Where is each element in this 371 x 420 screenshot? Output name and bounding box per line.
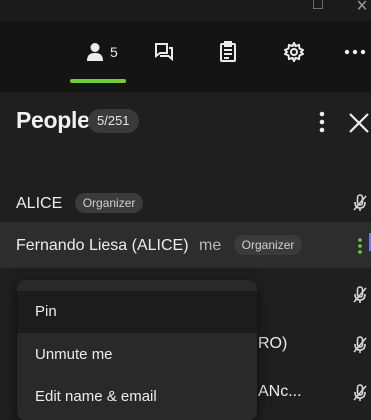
participant-name: Fernando Liesa (ALICE) [16,237,189,254]
mic-muted-icon[interactable] [353,194,367,212]
participant-name-line: Fernando Liesa (ALICE) me Organizer [16,235,303,255]
active-tab-indicator [70,79,126,83]
mic-muted-icon[interactable] [353,286,367,304]
participant-name-partial: RO) [258,335,288,352]
participant-context-menu: Pin Unmute me Edit name & email [17,280,257,420]
mic-muted-icon[interactable] [353,336,367,354]
more-icon [344,49,366,55]
participant-more-icon[interactable] [356,236,364,256]
participant-row-self[interactable]: Fernando Liesa (ALICE) me Organizer [0,222,371,268]
participant-name-partial: ANc... [258,383,302,400]
menu-item-edit-name[interactable]: Edit name & email [17,376,257,418]
menu-item-pin[interactable]: Pin [17,291,257,333]
panel-more-icon[interactable] [316,107,328,137]
menu-item-unmute[interactable]: Unmute me [17,334,257,376]
participant-count-badge: 5/251 [88,109,139,133]
notes-icon [220,41,236,62]
close-window-button[interactable]: ✕ [356,0,368,16]
person-icon [87,43,103,61]
participant-row[interactable]: ALICE Organizer [0,180,371,226]
organizer-badge: Organizer [233,235,303,255]
panel-title: People [16,107,90,133]
participant-name: ALICE [16,195,63,212]
menu-item-label: Unmute me [35,346,113,363]
participant-name-line: ALICE Organizer [16,193,144,213]
people-panel-header: People 5/251 [0,92,371,164]
me-label: me [198,237,222,254]
organizer-badge: Organizer [74,193,144,213]
close-panel-icon[interactable] [346,107,371,137]
settings-tab[interactable] [284,38,304,66]
menu-item-label: Edit name & email [35,388,157,405]
chat-tab[interactable] [154,38,174,66]
mic-muted-icon[interactable] [353,384,367,402]
people-count: 5 [110,44,118,60]
chat-icon [155,43,173,62]
meeting-toolbar: 5 [0,22,371,92]
people-tab[interactable]: 5 [86,38,118,66]
title-bar: □ ✕ [0,0,371,22]
menu-item-label: Pin [35,303,57,320]
more-options-button[interactable] [344,38,366,66]
notes-tab[interactable] [219,38,237,66]
restore-window-button[interactable]: □ [313,0,323,14]
gear-icon [284,42,304,62]
